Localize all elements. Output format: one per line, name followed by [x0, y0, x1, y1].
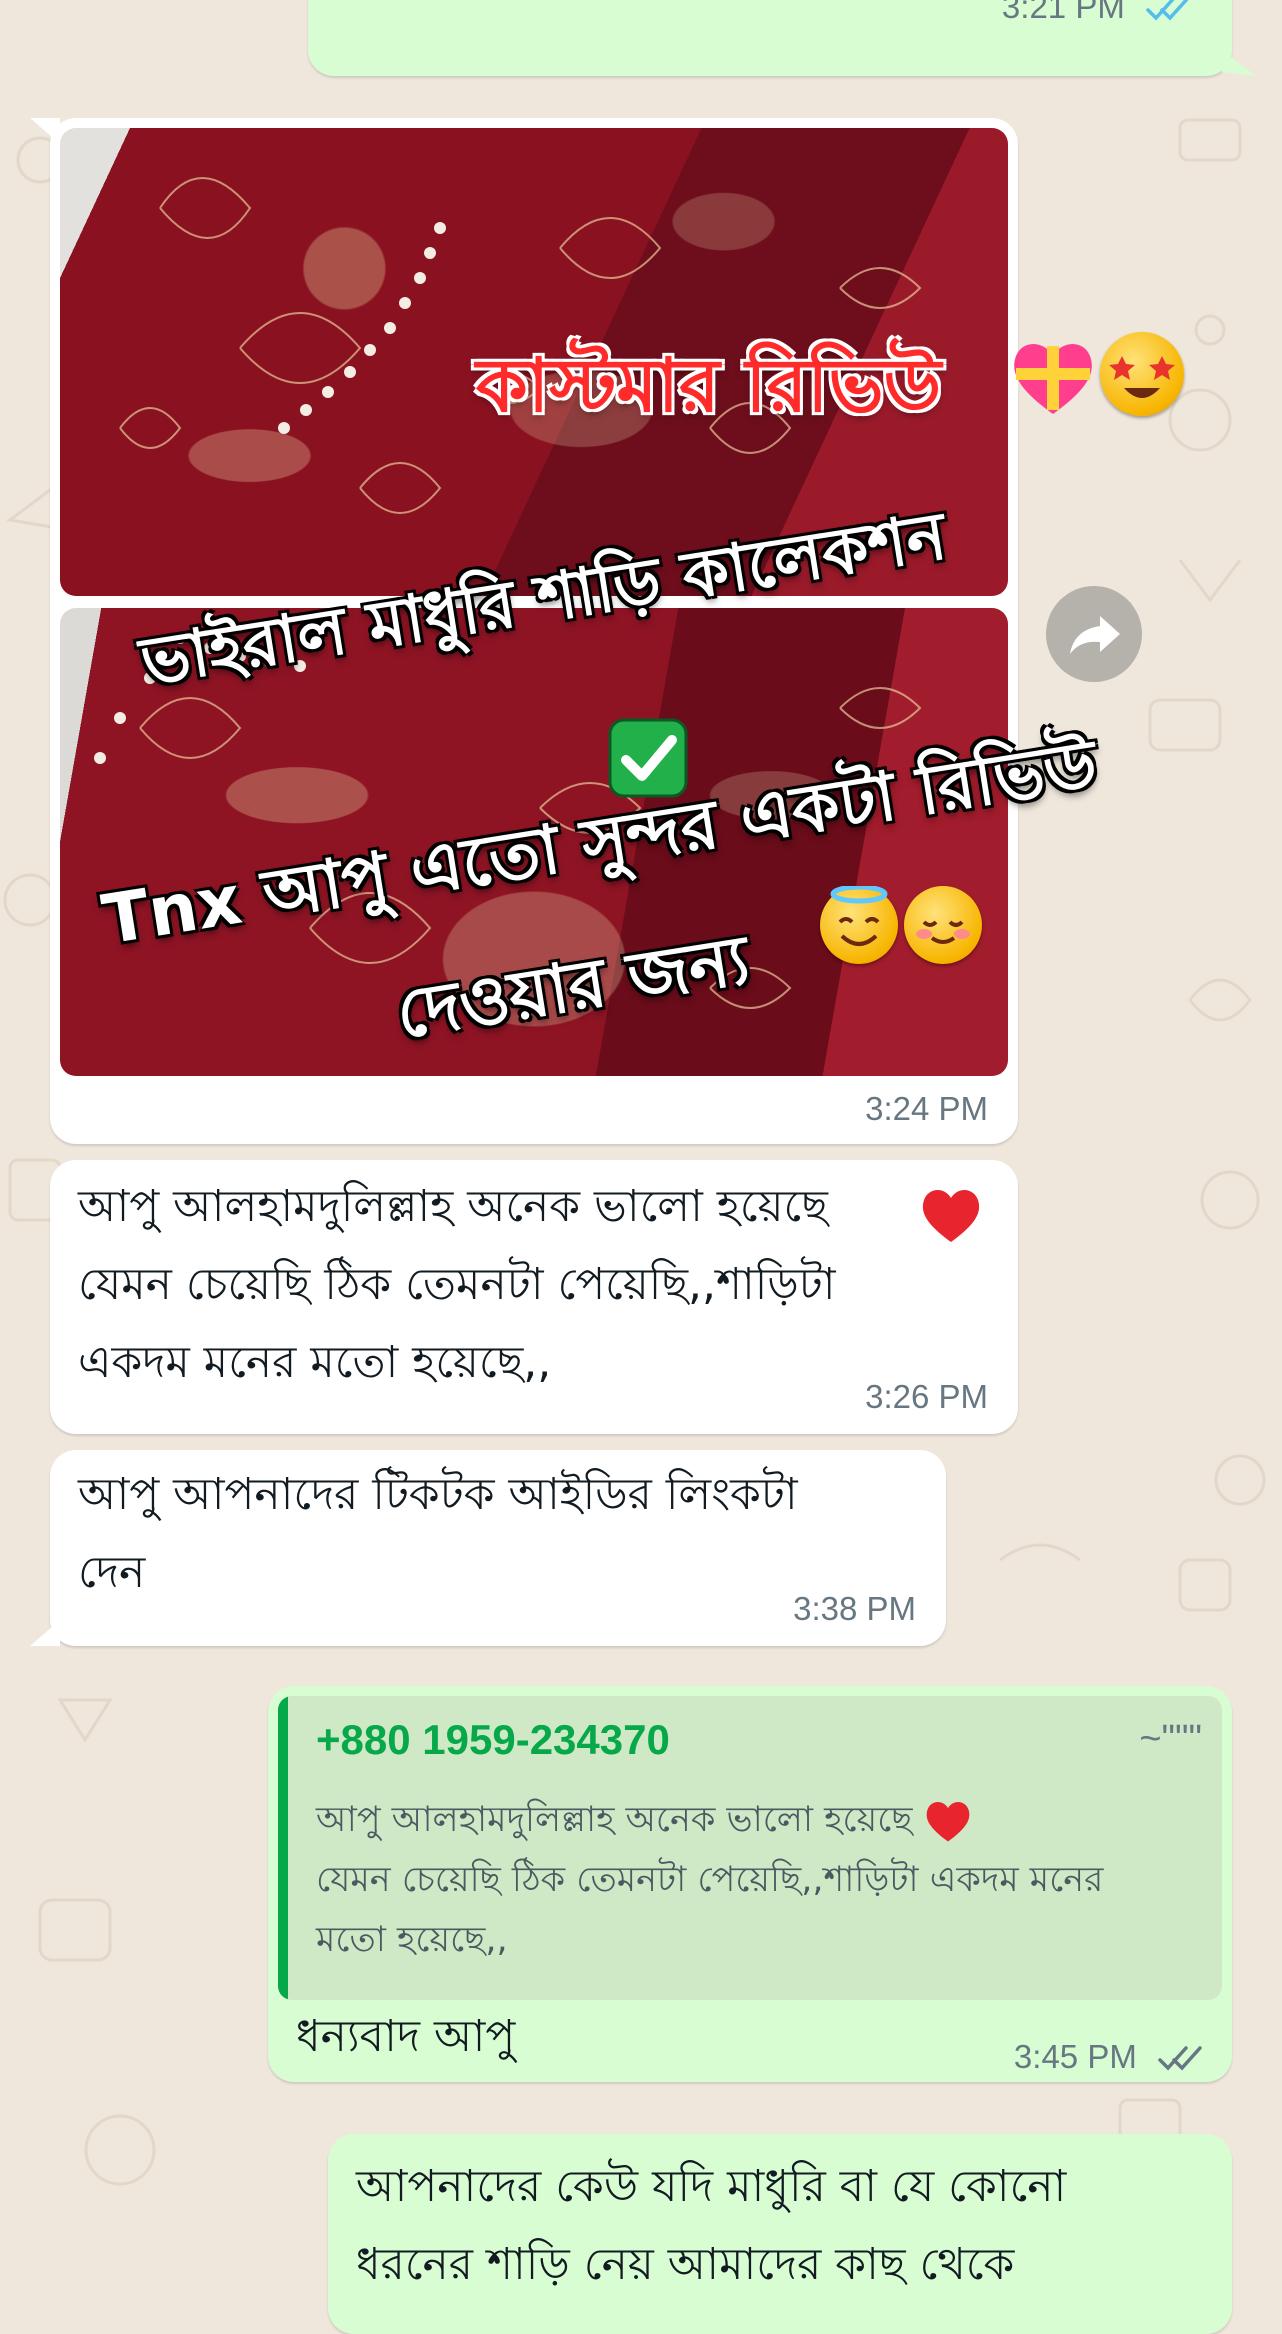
- message-time: 3:21 PM: [1002, 0, 1192, 26]
- message-bubble-outgoing[interactable]: 3:21 PM: [308, 0, 1232, 76]
- message-bubble-outgoing[interactable]: আপনাদের কেউ যদি মাধুরি বা যে কোনো ধরনের …: [328, 2134, 1232, 2334]
- message-text: ধন্যবাদ আপু: [296, 2011, 516, 2062]
- message-text: যেমন চেয়েছি ঠিক তেমনটা পেয়েছি,,শাড়িটা: [78, 1259, 836, 1310]
- message-bubble-incoming[interactable]: আপু আপনাদের টিকটক আইডির লিংকটা দেন 3:38 …: [50, 1450, 946, 1646]
- message-bubble-outgoing[interactable]: +880 1959-234370 ~""" আপু আলহামদুলিল্লাহ…: [268, 1686, 1232, 2082]
- bubble-tail: [30, 1620, 60, 1646]
- quoted-message[interactable]: +880 1959-234370 ~""" আপু আলহামদুলিল্লাহ…: [278, 1696, 1222, 2000]
- quoted-text: আপু আলহামদুলিল্লাহ অনেক ভালো হয়েছে: [316, 1790, 972, 1850]
- message-time: 3:38 PM: [793, 1590, 916, 1627]
- double-check-icon: [1158, 2046, 1202, 2071]
- quote-accent-bar: [278, 1696, 288, 2000]
- message-time: 3:45 PM: [1014, 2038, 1204, 2076]
- message-text: আপু আলহামদুলিল্লাহ অনেক ভালো হয়েছে: [78, 1181, 828, 1232]
- smiling-blush-emoji-icon: [904, 886, 982, 964]
- bubble-tail: [1222, 50, 1256, 76]
- message-text: দেন: [78, 1547, 146, 1598]
- bubble-tail: [30, 118, 60, 144]
- double-check-icon: [1146, 0, 1189, 21]
- message-text: একদম মনের মতো হয়েছে,,: [78, 1337, 552, 1388]
- smiling-halo-emoji-icon: [820, 884, 898, 964]
- message-time: 3:26 PM: [865, 1378, 988, 1415]
- forward-icon: [1070, 616, 1120, 654]
- message-text: আপনাদের কেউ যদি মাধুরি বা যে কোনো: [356, 2161, 1067, 2212]
- forward-button[interactable]: [1046, 586, 1142, 682]
- heart-ribbon-emoji-icon: [1014, 344, 1092, 414]
- star-struck-emoji-icon: [1100, 332, 1184, 416]
- quoted-sender-number: +880 1959-234370: [316, 1716, 670, 1763]
- message-time: 3:24 PM: [865, 1090, 988, 1127]
- quoted-sender-name: ~""": [1139, 1718, 1202, 1760]
- quoted-text: মতো হয়েছে,,: [316, 1920, 508, 1960]
- overlay-customer-review: কাস্টমার রিভিউ: [476, 343, 942, 429]
- red-heart-icon: [922, 1189, 980, 1242]
- message-bubble-incoming[interactable]: আপু আলহামদুলিল্লাহ অনেক ভালো হয়েছে যেমন…: [50, 1160, 1018, 1434]
- message-text: ধরনের শাড়ি নেয় আমাদের কাছ থেকে: [356, 2239, 1015, 2290]
- message-text: আপু আপনাদের টিকটক আইডির লিংকটা: [78, 1469, 798, 1520]
- quoted-text: যেমন চেয়েছি ঠিক তেমনটা পেয়েছি,,শাড়িটা…: [316, 1860, 1104, 1900]
- red-heart-icon: [926, 1801, 969, 1842]
